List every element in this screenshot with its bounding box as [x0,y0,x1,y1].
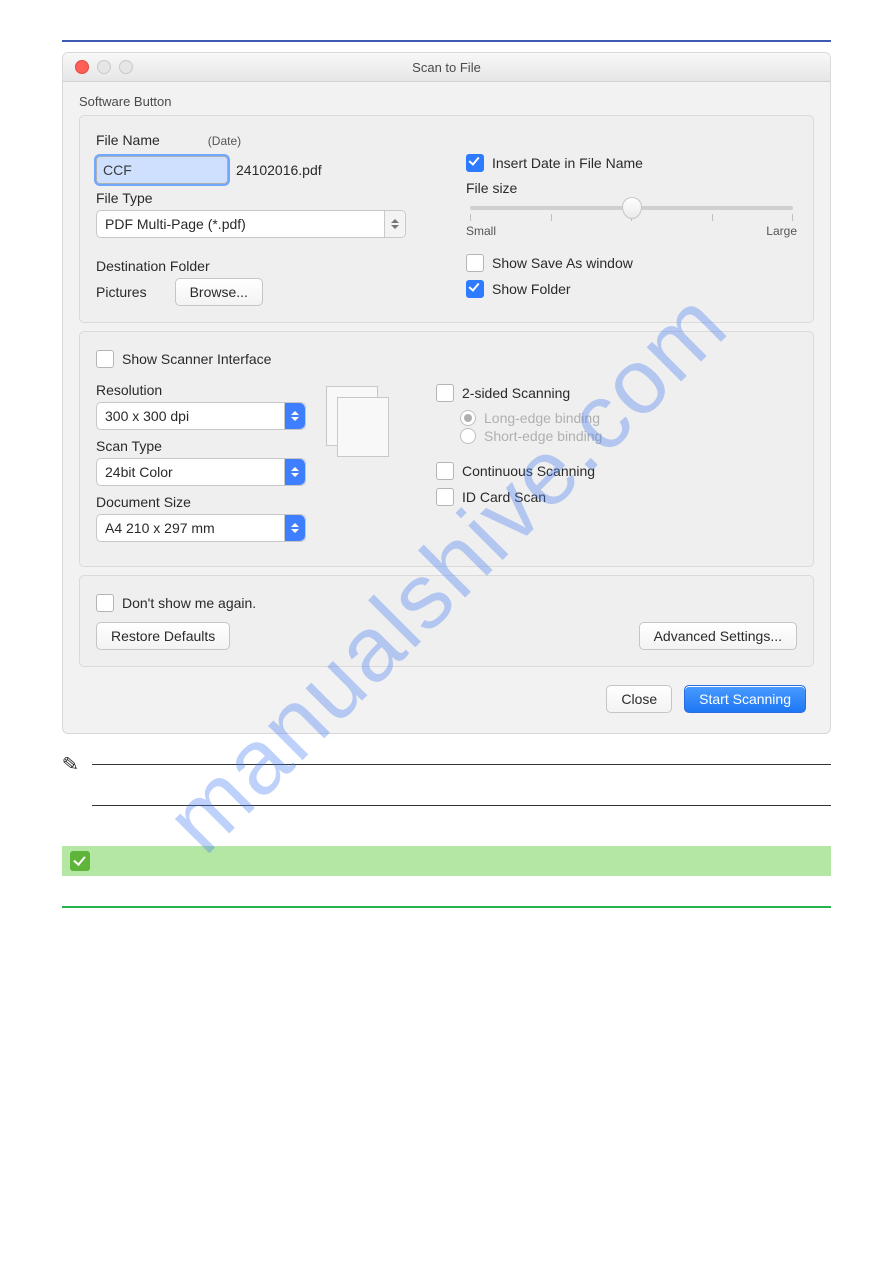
scan-type-label: Scan Type [96,438,306,454]
show-scanner-interface-label: Show Scanner Interface [122,351,271,367]
preview-thumbnail-icon [326,386,378,446]
resolution-label: Resolution [96,382,306,398]
combo-chevron-icon [384,211,405,237]
scan-type-combo[interactable]: 24bit Color [96,458,306,486]
related-info-bar [62,846,831,876]
destination-folder-value: Pictures [96,284,147,300]
green-rule [62,906,831,908]
dont-show-checkbox[interactable] [96,594,114,612]
show-save-as-label: Show Save As window [492,255,633,271]
short-edge-label: Short-edge binding [484,428,602,444]
combo-chevron-icon [284,459,305,485]
misc-panel: Don't show me again. Restore Defaults Ad… [79,575,814,667]
file-type-label: File Type [96,190,436,206]
show-folder-checkbox[interactable] [466,280,484,298]
document-size-label: Document Size [96,494,306,510]
scan-settings-panel: Show Scanner Interface Resolution 300 x … [79,331,814,567]
show-save-as-checkbox[interactable] [466,254,484,272]
file-type-combo[interactable]: PDF Multi-Page (*.pdf) [96,210,406,238]
file-size-large-label: Large [766,224,797,238]
pencil-icon: ✎ [61,751,80,777]
file-size-small-label: Small [466,224,496,238]
file-type-value: PDF Multi-Page (*.pdf) [105,216,246,232]
scan-type-value: 24bit Color [105,464,173,480]
document-size-combo[interactable]: A4 210 x 297 mm [96,514,306,542]
start-scanning-button[interactable]: Start Scanning [684,685,806,713]
scan-to-file-dialog: Scan to File Software Button File Name (… [62,52,831,734]
insert-date-label: Insert Date in File Name [492,155,643,171]
continuous-scanning-checkbox[interactable] [436,462,454,480]
file-settings-panel: File Name (Date) 24102016.pdf File Type … [79,115,814,323]
header-rule [62,40,831,42]
titlebar: Scan to File [63,53,830,82]
combo-chevron-icon [284,403,305,429]
section-label: Software Button [79,94,814,109]
file-name-label: File Name [96,132,160,148]
document-size-value: A4 210 x 297 mm [105,520,215,536]
dont-show-label: Don't show me again. [122,595,256,611]
browse-button[interactable]: Browse... [175,278,263,306]
restore-defaults-button[interactable]: Restore Defaults [96,622,230,650]
date-label: (Date) [208,134,241,148]
continuous-scanning-label: Continuous Scanning [462,463,595,479]
short-edge-radio-row: Short-edge binding [460,428,797,444]
dialog-title: Scan to File [63,60,830,75]
combo-chevron-icon [284,515,305,541]
note-separator: ✎ [62,764,831,806]
id-card-scan-checkbox[interactable] [436,488,454,506]
date-suffix: 24102016.pdf [236,162,322,178]
file-size-slider[interactable]: Small Large [466,206,797,238]
resolution-combo[interactable]: 300 x 300 dpi [96,402,306,430]
file-size-label: File size [466,180,797,196]
long-edge-radio[interactable] [460,410,476,426]
destination-folder-label: Destination Folder [96,258,436,274]
short-edge-radio[interactable] [460,428,476,444]
advanced-settings-button[interactable]: Advanced Settings... [639,622,797,650]
long-edge-radio-row: Long-edge binding [460,410,797,426]
insert-date-checkbox[interactable] [466,154,484,172]
show-folder-label: Show Folder [492,281,571,297]
show-scanner-interface-checkbox[interactable] [96,350,114,368]
two-sided-checkbox[interactable] [436,384,454,402]
file-name-input[interactable] [96,156,228,184]
resolution-value: 300 x 300 dpi [105,408,189,424]
long-edge-label: Long-edge binding [484,410,600,426]
check-icon [70,851,90,871]
id-card-scan-label: ID Card Scan [462,489,546,505]
close-button[interactable]: Close [606,685,672,713]
two-sided-label: 2-sided Scanning [462,385,570,401]
